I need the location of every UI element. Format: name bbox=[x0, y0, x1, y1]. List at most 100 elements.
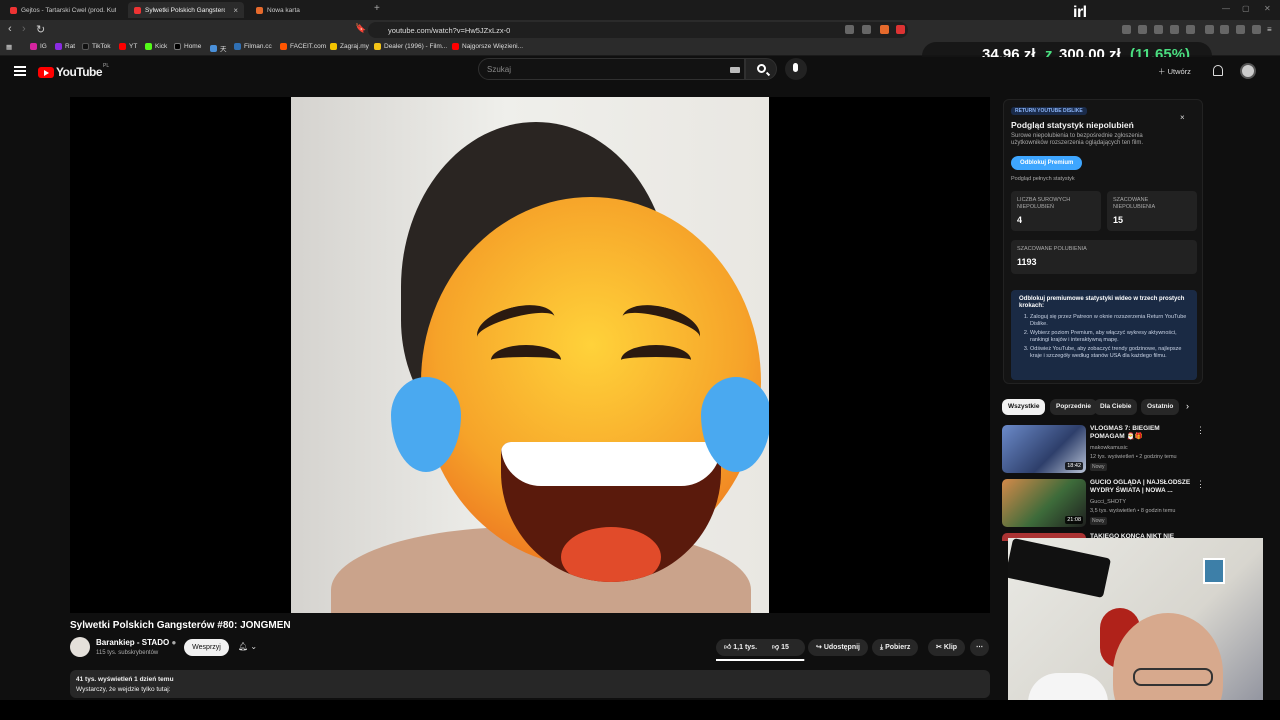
unlock-premium-button[interactable]: Odblokuj Premium bbox=[1011, 156, 1083, 170]
bookmark-label: 天 bbox=[220, 46, 227, 53]
chip-recent[interactable]: Ostatnio bbox=[1141, 399, 1179, 415]
download-button[interactable]: ⤓ Pobierz bbox=[872, 639, 919, 656]
notifications-icon[interactable] bbox=[1213, 65, 1223, 76]
youtube-logo[interactable]: YouTube PL bbox=[38, 63, 109, 79]
more-actions-button[interactable]: ⋯ bbox=[970, 639, 989, 656]
recommended-title[interactable]: GUCIO OGLĄDA | NAJSŁODSZE WYDRY ŚWIATA |… bbox=[1090, 479, 1192, 495]
dislike-button[interactable]: 👎︎ 15 bbox=[772, 639, 789, 656]
menu-icon[interactable]: ≡ bbox=[1267, 25, 1276, 34]
support-button[interactable]: Wesprzyj bbox=[184, 639, 229, 656]
bookmark-item[interactable]: 天 bbox=[210, 43, 227, 53]
reload-icon[interactable]: ↻ bbox=[36, 23, 45, 36]
address-bar-row: ‹ › ↻ 🔖 youtube.com/watch?v=Hw5JZxLzx-0 … bbox=[0, 20, 1280, 40]
share-icon[interactable] bbox=[862, 25, 871, 34]
install-app-icon[interactable] bbox=[845, 25, 854, 34]
bookmark-item[interactable]: TikTok bbox=[82, 43, 111, 50]
brave-shield-icon[interactable] bbox=[880, 25, 889, 34]
description-box[interactable]: 41 tys. wyświetleń 1 dzień temu Wystarcz… bbox=[70, 670, 990, 698]
more-vert-icon[interactable]: ⋮ bbox=[1196, 425, 1205, 436]
bookmark-item[interactable]: Najgorsze Więzieni... bbox=[452, 43, 523, 50]
bookmark-item[interactable]: Rat bbox=[55, 43, 75, 50]
bookmark-item[interactable]: Filman.cc bbox=[234, 43, 272, 50]
hamburger-menu-icon[interactable] bbox=[14, 66, 26, 76]
maximize-icon[interactable]: ▢ bbox=[1242, 4, 1250, 13]
clip-button[interactable]: ✂ Klip bbox=[928, 639, 966, 656]
notifications-toggle[interactable]: 🔔︎ ⌄ bbox=[238, 642, 257, 651]
browser-tab[interactable]: Gejtos - Tartarski Cwel (prod. Kutas ? bbox=[4, 2, 122, 18]
chip-all[interactable]: Wszystkie bbox=[1002, 399, 1046, 415]
search-button[interactable] bbox=[745, 58, 777, 80]
youtube-icon bbox=[119, 43, 126, 50]
video-thumbnail[interactable]: 21:08 bbox=[1002, 479, 1086, 527]
search-placeholder: Szukaj bbox=[487, 65, 512, 74]
emoji-tongue bbox=[561, 527, 661, 582]
brave-rewards-icon[interactable] bbox=[896, 25, 905, 34]
description-text: Wystarczy, że wejdzie tylko tutaj: bbox=[76, 686, 171, 693]
minimize-icon[interactable]: — bbox=[1222, 4, 1230, 13]
bookmark-item[interactable]: FACEIT.com bbox=[280, 43, 326, 50]
search-input[interactable]: Szukaj bbox=[478, 58, 745, 80]
chip-for-you[interactable]: Dla Ciebie bbox=[1094, 399, 1138, 415]
premium-steps-box: Odblokuj premiumowe statystyki wideo w t… bbox=[1011, 290, 1197, 380]
more-icon: ⋯ bbox=[976, 644, 983, 651]
recommended-title[interactable]: VLOGMAS 7: BIEGIEM POMAGAM 🎅🎁 bbox=[1090, 425, 1192, 441]
create-button[interactable]: ＋ Utwórz bbox=[1158, 66, 1191, 77]
keyboard-icon[interactable] bbox=[730, 67, 740, 73]
url-field[interactable]: youtube.com/watch?v=Hw5JZxLzx-0 bbox=[368, 22, 908, 38]
video-thumbnail[interactable]: 18:42 bbox=[1002, 425, 1086, 473]
recommended-meta: 3,5 tys. wyświetleń • 8 godzin temu bbox=[1090, 508, 1176, 514]
recommended-video[interactable]: 21:08 GUCIO OGLĄDA | NAJSŁODSZE WYDRY ŚW… bbox=[1002, 479, 1205, 529]
close-tab-icon[interactable]: × bbox=[233, 6, 238, 15]
account-avatar[interactable] bbox=[1240, 63, 1256, 79]
extension-icon[interactable] bbox=[1138, 25, 1147, 34]
full-stats-link[interactable]: Podgląd pełnych statystyk bbox=[1011, 176, 1075, 182]
close-icon[interactable]: × bbox=[1180, 113, 1185, 122]
wall-picture bbox=[1203, 558, 1225, 584]
recommended-meta: 12 tys. wyświetleń • 2 godziny temu bbox=[1090, 454, 1177, 460]
video-player[interactable] bbox=[70, 97, 990, 613]
channel-avatar[interactable] bbox=[70, 637, 90, 657]
chip-previous[interactable]: Poprzednie bbox=[1050, 399, 1098, 415]
bookmark-item[interactable]: Home bbox=[174, 43, 201, 50]
raw-dislikes-card: LICZBA SUROWYCH NIEPOLUBIEŃ 4 bbox=[1011, 191, 1101, 231]
new-tab-icon[interactable]: + bbox=[374, 3, 380, 14]
extension-icon[interactable] bbox=[1220, 25, 1229, 34]
video-frame bbox=[291, 97, 769, 613]
like-ratio-fill bbox=[716, 659, 804, 661]
wallet-icon[interactable] bbox=[1252, 25, 1261, 34]
channel-name[interactable]: Barankiep - STADO ● bbox=[96, 638, 176, 647]
bookmark-item[interactable]: Kick bbox=[145, 43, 167, 50]
more-vert-icon[interactable]: ⋮ bbox=[1196, 479, 1205, 490]
rat-icon bbox=[55, 43, 62, 50]
bookmark-item[interactable]: YT bbox=[119, 43, 137, 50]
extension-icon[interactable] bbox=[1122, 25, 1131, 34]
sidebar-icon[interactable] bbox=[1205, 25, 1214, 34]
back-icon[interactable]: ‹ bbox=[8, 23, 12, 35]
extension-icon[interactable] bbox=[1154, 25, 1163, 34]
close-window-icon[interactable]: ✕ bbox=[1264, 4, 1271, 13]
extension-icon[interactable] bbox=[1236, 25, 1245, 34]
recommended-channel[interactable]: Gucci_SHOTY bbox=[1090, 499, 1126, 505]
bookmark-item[interactable]: IG bbox=[30, 43, 47, 50]
forward-icon[interactable]: › bbox=[22, 23, 26, 35]
voice-search-button[interactable] bbox=[785, 58, 807, 80]
bell-icon: 🔔︎ bbox=[238, 642, 249, 651]
extension-icon[interactable] bbox=[1186, 25, 1195, 34]
bookmark-item[interactable]: Zagraj.my bbox=[330, 43, 369, 50]
browser-tab-strip: Gejtos - Tartarski Cwel (prod. Kutas ? S… bbox=[0, 0, 1280, 21]
share-button[interactable]: ↪ Udostępnij bbox=[808, 639, 868, 656]
extension-icon[interactable] bbox=[1170, 25, 1179, 34]
apps-icon[interactable]: ▦ bbox=[6, 43, 12, 51]
browser-tab-active[interactable]: Sylwetki Polskich Gangsterów × bbox=[128, 2, 244, 18]
bookmark-label: TikTok bbox=[92, 43, 111, 50]
recommended-video[interactable]: 18:42 VLOGMAS 7: BIEGIEM POMAGAM 🎅🎁 mako… bbox=[1002, 425, 1205, 475]
bookmark-item[interactable]: Dealer (1996) - Film... bbox=[374, 43, 447, 50]
like-button[interactable]: 👍︎ 1,1 tys. bbox=[724, 644, 757, 651]
download-icon: ⤓ bbox=[880, 644, 884, 651]
download-label: Pobierz bbox=[885, 644, 911, 651]
browser-tab[interactable]: Nowa karta bbox=[250, 2, 368, 18]
recommended-channel[interactable]: makowkamusic bbox=[1090, 445, 1128, 451]
chevron-right-icon[interactable]: › bbox=[1186, 401, 1189, 411]
bookmark-icon[interactable]: 🔖 bbox=[355, 23, 366, 34]
bookmark-label: Najgorsze Więzieni... bbox=[462, 43, 524, 50]
